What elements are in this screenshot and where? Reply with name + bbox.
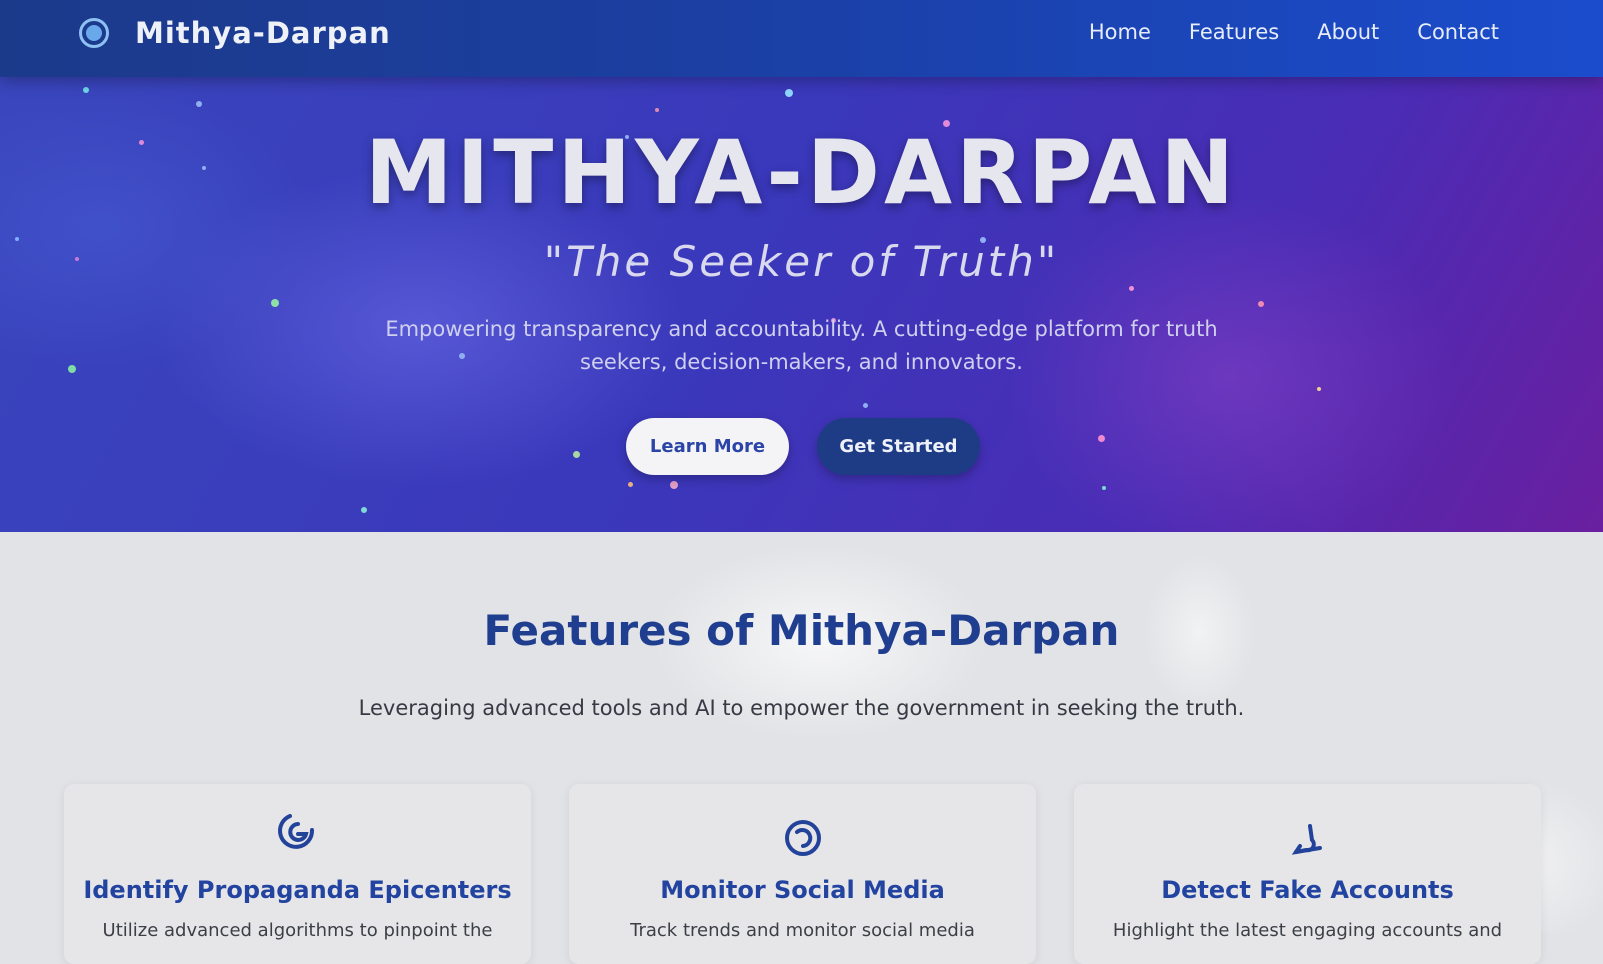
particle (1317, 387, 1321, 391)
particle (1102, 486, 1106, 490)
hero-tagline: "The Seeker of Truth" (543, 237, 1060, 286)
particle (1129, 286, 1134, 291)
learn-more-button[interactable]: Learn More (626, 418, 789, 475)
particle (271, 299, 279, 307)
particle (68, 365, 76, 373)
particle (83, 87, 89, 93)
particle (628, 482, 633, 487)
circle-refresh-icon (781, 810, 825, 864)
logo-icon[interactable] (79, 18, 109, 48)
feature-card-text: Highlight the latest engaging accounts a… (1112, 920, 1503, 941)
feature-card-text: Track trends and monitor social media (630, 920, 975, 941)
hero-description: Empowering transparency and accountabili… (385, 317, 1218, 374)
particle (361, 507, 367, 513)
particle (655, 108, 659, 112)
feature-card-title: Monitor Social Media (660, 876, 945, 904)
hero-section: MITHYA-DARPAN "The Seeker of Truth" Empo… (0, 77, 1603, 532)
features-subtitle: Leveraging advanced tools and AI to empo… (358, 696, 1245, 720)
particle (573, 451, 580, 458)
spiral-icon (276, 810, 320, 858)
feature-card-social-media[interactable]: Monitor Social Media Track trends and mo… (569, 784, 1036, 964)
nav-link-features[interactable]: Features (1189, 20, 1279, 44)
features-title: Features of Mithya-Darpan (483, 606, 1120, 655)
particle (785, 89, 793, 97)
feature-card-text: Utilize advanced algorithms to pinpoint … (102, 920, 493, 941)
particle (863, 403, 868, 408)
feature-card-fake-accounts[interactable]: Detect Fake Accounts Highlight the lates… (1074, 784, 1541, 964)
particle (1258, 301, 1264, 307)
features-section: Features of Mithya-Darpan Leveraging adv… (0, 532, 1603, 964)
nav-link-about[interactable]: About (1317, 20, 1379, 44)
hook-icon (1286, 810, 1330, 868)
brand-name[interactable]: Mithya-Darpan (135, 16, 391, 50)
nav-links: Home Features About Contact (1089, 20, 1499, 44)
top-navbar: Mithya-Darpan Home Features About Contac… (0, 0, 1603, 77)
particle (670, 481, 678, 489)
nav-link-contact[interactable]: Contact (1417, 20, 1499, 44)
feature-card-title: Detect Fake Accounts (1161, 876, 1454, 904)
nav-link-home[interactable]: Home (1089, 20, 1151, 44)
feature-card-propaganda[interactable]: Identify Propaganda Epicenters Utilize a… (64, 784, 531, 964)
particle (1098, 435, 1105, 442)
particle (196, 101, 202, 107)
hero-title: MITHYA-DARPAN (364, 121, 1238, 224)
feature-card-title: Identify Propaganda Epicenters (83, 876, 512, 904)
get-started-button[interactable]: Get Started (817, 418, 980, 475)
